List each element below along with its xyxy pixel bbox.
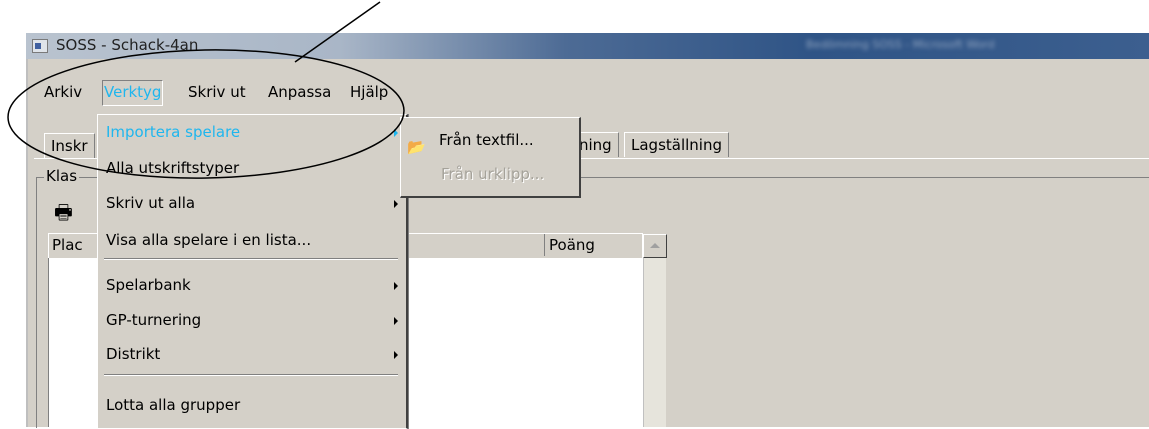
app-icon[interactable] (32, 39, 48, 53)
menu-item-label: Visa alla spelare i en lista... (106, 231, 312, 249)
menu-item-distrikt[interactable]: Distrikt (98, 339, 406, 369)
menu-anpassa[interactable]: Anpassa (267, 80, 332, 104)
printer-icon[interactable]: 🖶 (54, 198, 73, 232)
title-bar[interactable]: SOSS - Schack-4an Bedömning SOSS - Micro… (26, 33, 1149, 59)
menu-item-alla-utskriftstyper[interactable]: Alla utskriftstyper (98, 153, 406, 183)
menu-item-visa-alla-spelare[interactable]: Visa alla spelare i en lista... (98, 225, 406, 255)
column-header-place[interactable]: Plac (50, 235, 83, 255)
menu-item-label: Lotta alla grupper (106, 396, 241, 414)
submenu-arrow-icon (394, 200, 398, 208)
menu-item-lotta-alla-grupper[interactable]: Lotta alla grupper (98, 390, 406, 420)
submenu-item-fran-urklipp[interactable]: Från urklipp... (401, 159, 579, 189)
submenu-item-fran-textfil[interactable]: 📂 Från textfil... (401, 125, 579, 156)
menu-item-label: Alla utskriftstyper (106, 159, 240, 177)
menu-item-label: Skriv ut alla (106, 194, 196, 212)
menu-item-label: Distrikt (106, 345, 161, 363)
submenu-arrow-icon (394, 351, 398, 359)
blurred-window-title: Bedömning SOSS - Microsoft Word (806, 38, 995, 51)
window-title: SOSS - Schack-4an (56, 36, 199, 54)
tab-lagstallning[interactable]: Lagställning (624, 132, 729, 157)
menu-item-gp-turnering[interactable]: GP-turnering (98, 305, 406, 335)
verktyg-dropdown: Importera spelare Alla utskriftstyper Sk… (97, 114, 408, 429)
submenu-arrow-icon (394, 129, 398, 137)
menu-item-label: Spelarbank (106, 276, 191, 294)
menu-item-label: GP-turnering (106, 311, 202, 329)
folder-open-icon: 📂 (407, 138, 426, 156)
menu-item-skriv-ut-alla[interactable]: Skriv ut alla (98, 188, 406, 218)
tab-inskr[interactable]: Inskr (44, 133, 95, 158)
menu-separator (104, 258, 398, 260)
group-label: Klas (44, 167, 80, 185)
menu-item-importera-spelare[interactable]: Importera spelare (98, 117, 406, 147)
menu-hjalp[interactable]: Hjälp (349, 80, 389, 104)
submenu-item-label: Från textfil... (439, 131, 534, 149)
importera-submenu: 📂 Från textfil... Från urklipp... (400, 117, 581, 198)
submenu-item-label: Från urklipp... (441, 165, 545, 183)
menu-separator (104, 374, 398, 376)
menu-verktyg[interactable]: Verktyg (102, 80, 164, 106)
scroll-up-button[interactable] (643, 234, 667, 258)
submenu-arrow-icon (394, 317, 398, 325)
menu-item-label: Importera spelare (106, 123, 241, 141)
scroll-track[interactable] (643, 258, 666, 427)
column-header-points[interactable]: Poäng (549, 235, 595, 255)
submenu-arrow-icon (394, 282, 398, 290)
column-separator[interactable] (544, 234, 545, 256)
menu-skriv-ut[interactable]: Skriv ut (187, 80, 247, 104)
menu-item-spelarbank[interactable]: Spelarbank (98, 270, 406, 300)
menu-arkiv[interactable]: Arkiv (43, 80, 83, 104)
